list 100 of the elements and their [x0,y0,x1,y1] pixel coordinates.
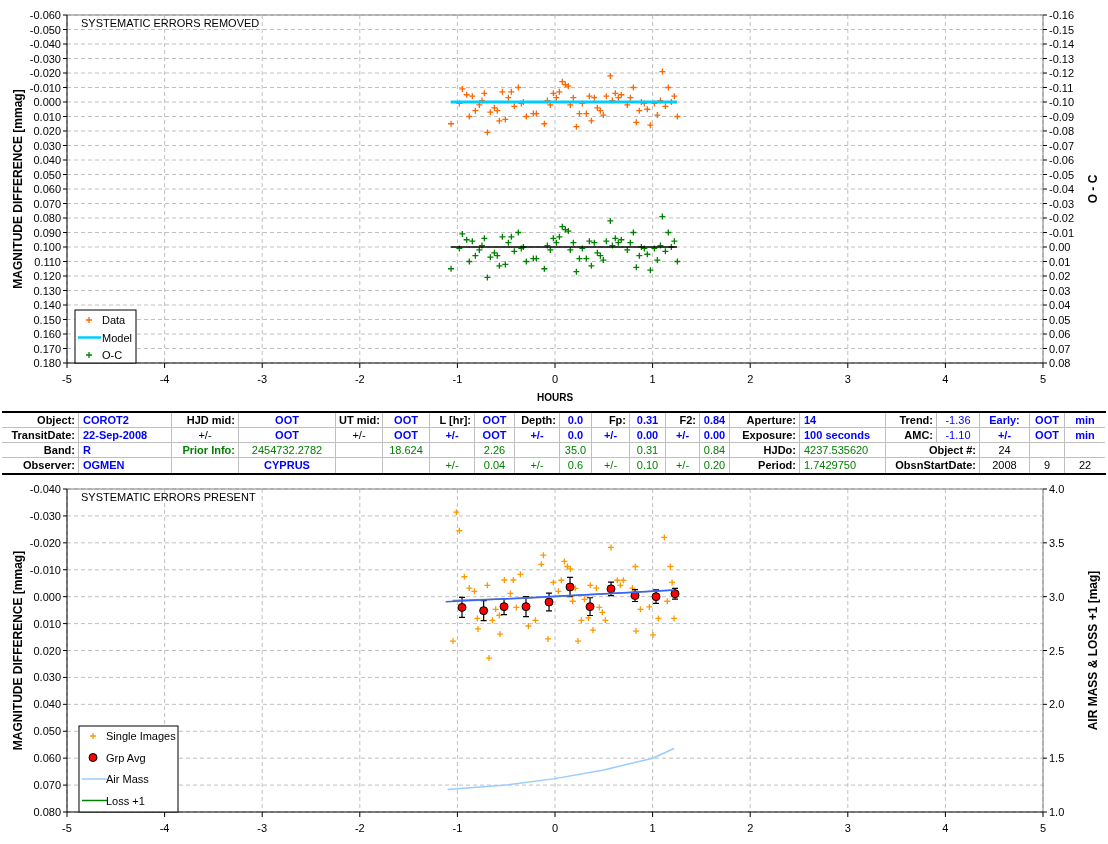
y2-tick-label: 0.06 [1049,328,1071,340]
y2-tick-label: -0.12 [1049,67,1075,79]
y-tick-label: 0.070 [33,197,61,210]
y2-tick-label: -0.04 [1049,183,1075,195]
y2-tick-label: 0.00 [1049,241,1071,253]
x-tick-label: -2 [354,373,365,385]
y2-tick-label: -0.16 [1049,9,1075,21]
table-cell: Band: [2,443,79,458]
x-tick-label: -4 [159,373,170,385]
legend-label: O-C [102,349,123,361]
y2-tick-label: 2.0 [1049,698,1065,711]
y-tick-label: 0.110 [34,255,61,268]
y-tick-label: -0.040 [29,483,61,495]
table-cell: 0.31 [630,413,666,428]
y-tick-label: -0.030 [29,509,61,522]
y2-tick-label: 2.5 [1049,644,1065,657]
x-tick-label: -4 [159,822,170,834]
table-cell: 18.624 [383,443,430,458]
table-cell: 0.84 [700,443,730,458]
y-tick-label: -0.040 [29,38,61,50]
x-tick-label: -1 [452,822,463,834]
table-cell: 0.04 [475,458,515,473]
table-cell: OOT [475,413,515,428]
table-cell: Fp: [592,413,630,428]
table-cell: 2454732.2782 [239,443,336,458]
table-cell: R [79,443,172,458]
table-cell: +/- [592,428,630,443]
y-tick-label: 0.120 [33,270,61,282]
table-cell: 24 [980,443,1030,458]
y2-tick-label: -0.05 [1049,168,1075,181]
table-cell: ObsnStartDate: [886,458,980,473]
y-tick-label: 0.000 [33,590,61,603]
table-cell: OOT [383,413,430,428]
table-cell: +/- [336,428,383,443]
table-cell: L [hr]: [430,413,475,428]
y-tick-label: 0.050 [33,168,61,181]
point [544,597,554,607]
y2-tick-label: -0.03 [1049,197,1075,210]
y-axis-title: MAGNITUDE DIFFERENCE [mmag] [11,550,25,751]
x-tick-label: 1 [649,373,656,385]
legend-label: Loss +1 [106,794,145,807]
table-cell: OOT [239,413,336,428]
table-cell: COROT2 [79,413,172,428]
x-tick-label: 4 [942,373,949,385]
x-tick-label: 0 [551,822,559,834]
chart-title: SYSTEMATIC ERRORS REMOVED [81,17,260,29]
x-tick-label: 1 [649,822,656,834]
table-cell: 0.0 [560,428,592,443]
chart-title: SYSTEMATIC ERRORS PRESENT [81,491,256,503]
y2-tick-label: 3.5 [1049,536,1065,549]
table-cell: Early: [980,413,1030,428]
table-cell: Aperture: [730,413,800,428]
table-cell: OOT [383,428,430,443]
table-cell: HJD mid: [172,413,239,428]
point [479,606,489,616]
x-tick-label: 2 [747,373,754,385]
legend-label: Grp Avg [106,751,146,764]
x-tick-label: -5 [62,373,72,385]
y-tick-label: -0.050 [29,23,61,36]
table-cell: +/- [666,428,700,443]
table-cell: +/- [666,458,700,473]
table-cell: UT mid: [336,413,383,428]
y-tick-label: 0.040 [33,154,61,166]
y2-tick-label: 4.0 [1049,483,1065,495]
y2-tick-label: -0.11 [1049,81,1074,94]
table-cell: 9 [1030,458,1065,473]
y2-tick-label: -0.07 [1049,139,1075,152]
point [457,602,467,612]
y2-tick-label: 0.02 [1049,270,1071,282]
legend-label: Data [102,314,126,326]
table-cell: Trend: [886,413,937,428]
legend-label: Air Mass [106,773,149,785]
table-cell: 0.0 [560,413,592,428]
table-cell-text: 22 [1077,458,1093,473]
y2-tick-label: -0.01 [1049,226,1075,239]
y-tick-label: -0.060 [29,9,61,21]
x-tick-label: 5 [1039,373,1047,385]
table-cell: Exposure: [730,428,800,443]
y-tick-label: 0.020 [33,125,61,137]
table-cell: 0.20 [700,458,730,473]
table-cell: min [1065,428,1105,443]
y-tick-label: 0.010 [33,617,61,630]
table-cell: min [1065,413,1105,428]
table-cell: Observer: [2,458,79,473]
table-cell: +/- [172,428,239,443]
y2-tick-label: 0.05 [1049,313,1071,326]
table-cell: 0.31 [630,443,666,458]
table-cell: OOT [239,428,336,443]
x-tick-label: 3 [844,822,851,834]
table-cell: Period: [730,458,800,473]
y-tick-label: 0.160 [33,328,61,340]
table-cell: +/- [515,428,560,443]
x-tick-label: 0 [551,373,559,385]
y2-tick-label: -0.10 [1049,96,1075,108]
table-cell: 2.26 [475,443,515,458]
y2-tick-label: -0.02 [1049,212,1075,224]
y-tick-label: 0.130 [33,284,61,297]
table-cell: OGMEN [79,458,172,473]
y-axis-title: MAGNITUDE DIFFERENCE [mmag] [11,89,25,289]
y-tick-label: -0.010 [29,81,61,94]
